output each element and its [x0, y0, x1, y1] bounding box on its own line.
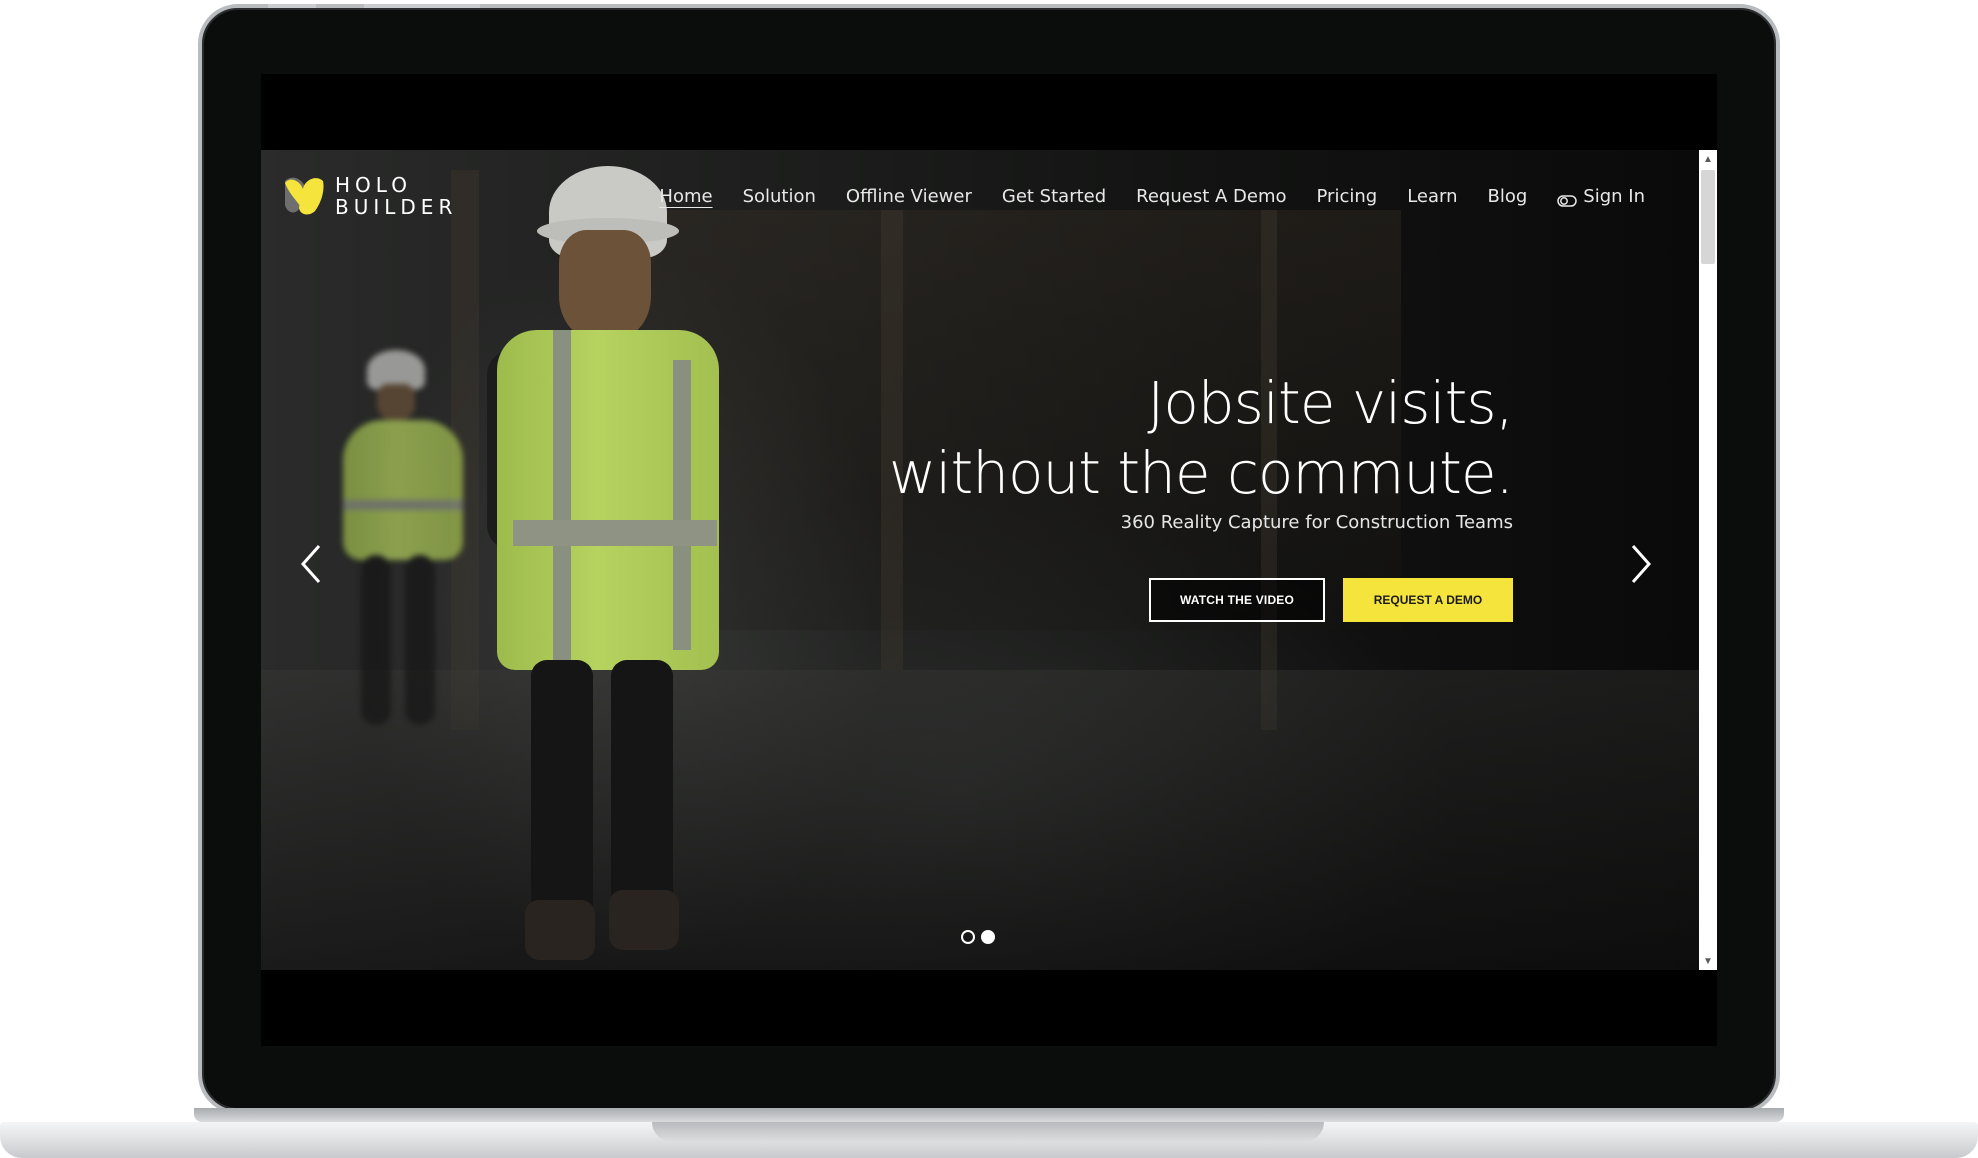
hero-headline-line-1: Jobsite visits,	[1147, 369, 1514, 437]
scroll-down-arrow-icon[interactable]: ▼	[1699, 952, 1717, 970]
carousel-dot[interactable]	[961, 930, 975, 944]
lid-notch-left	[268, 4, 316, 8]
scrollbar-thumb[interactable]	[1701, 170, 1715, 264]
sign-in-link[interactable]: Sign In	[1557, 186, 1645, 207]
carousel-indicators	[961, 930, 995, 944]
hero-section: HOLO BUILDER Home Solution Offline Viewe…	[261, 150, 1699, 970]
nav-item-learn[interactable]: Learn	[1407, 186, 1457, 207]
carousel-next-button[interactable]	[1621, 536, 1661, 592]
carousel-dot-active[interactable]	[981, 930, 995, 944]
chevron-right-icon	[1631, 545, 1652, 583]
page-scrollbar[interactable]: ▲ ▼	[1699, 150, 1717, 970]
foreground-worker-image	[461, 160, 761, 970]
hero-copy: Jobsite visits, without the commute. 360…	[888, 368, 1514, 533]
background-worker-image	[321, 350, 481, 770]
watch-video-button[interactable]: WATCH THE VIDEO	[1149, 578, 1325, 622]
request-demo-button[interactable]: REQUEST A DEMO	[1343, 578, 1513, 622]
nav-item-solution[interactable]: Solution	[743, 186, 816, 207]
sign-in-label: Sign In	[1583, 186, 1645, 207]
scroll-up-arrow-icon[interactable]: ▲	[1699, 150, 1717, 168]
nav-item-request-a-demo[interactable]: Request A Demo	[1136, 186, 1286, 207]
hero-cta-row: WATCH THE VIDEO REQUEST A DEMO	[1149, 578, 1513, 622]
laptop-hinge	[194, 1108, 1784, 1122]
laptop-base-groove	[652, 1122, 1324, 1142]
carousel-prev-button[interactable]	[291, 536, 331, 592]
main-navigation: Home Solution Offline Viewer Get Started…	[629, 186, 1645, 207]
nav-item-offline-viewer[interactable]: Offline Viewer	[846, 186, 972, 207]
logo-line-1: HOLO	[335, 173, 412, 197]
nav-item-home[interactable]: Home	[659, 186, 712, 207]
holobuilder-logo-wordmark: HOLO BUILDER	[335, 174, 457, 218]
lid-notch-right	[364, 4, 480, 8]
chevron-left-icon	[300, 545, 321, 583]
laptop-screen: HOLO BUILDER Home Solution Offline Viewe…	[261, 74, 1717, 1046]
logo-line-2: BUILDER	[335, 195, 458, 219]
toggle-icon	[1557, 191, 1578, 207]
nav-item-get-started[interactable]: Get Started	[1002, 186, 1106, 207]
holobuilder-logo-icon	[281, 173, 327, 219]
holobuilder-logo[interactable]: HOLO BUILDER	[281, 172, 457, 220]
nav-item-pricing[interactable]: Pricing	[1317, 186, 1378, 207]
nav-item-blog[interactable]: Blog	[1488, 186, 1528, 207]
hero-subheadline: 360 Reality Capture for Construction Tea…	[1120, 512, 1513, 533]
hero-headline-line-2: without the commute.	[888, 439, 1514, 507]
